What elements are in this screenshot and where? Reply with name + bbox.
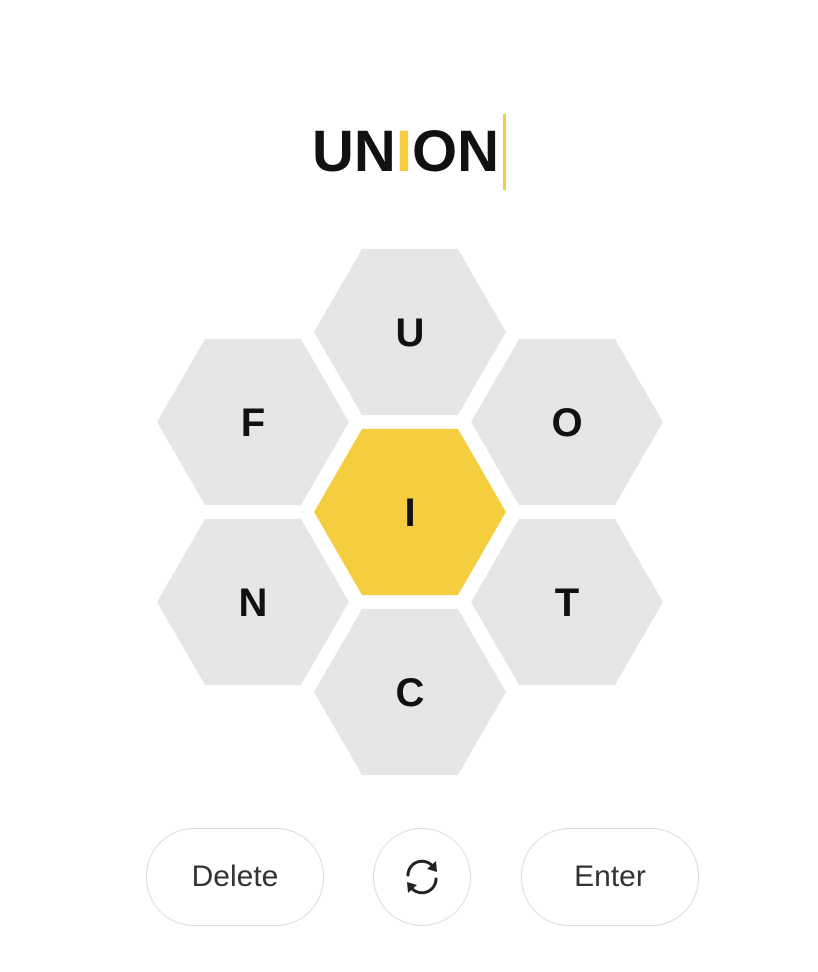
shuffle-button[interactable] bbox=[373, 828, 471, 926]
shuffle-icon bbox=[406, 859, 438, 895]
hive-letter: T bbox=[555, 581, 579, 625]
hive-cell[interactable]: N bbox=[157, 518, 349, 686]
letter-hive: U O T C N F I bbox=[157, 248, 663, 776]
hive-letter: I bbox=[404, 491, 415, 535]
hive-cell[interactable]: F bbox=[157, 338, 349, 506]
hive-cell[interactable]: O bbox=[471, 338, 663, 506]
hive-letter: U bbox=[396, 311, 425, 355]
hive-letter: N bbox=[239, 581, 268, 625]
hive-cell[interactable]: T bbox=[471, 518, 663, 686]
hive-letter: F bbox=[241, 401, 265, 445]
hive-letter: C bbox=[396, 671, 425, 715]
hive-letter: O bbox=[551, 401, 582, 445]
hive-cell[interactable]: U bbox=[314, 248, 506, 416]
enter-button[interactable]: Enter bbox=[521, 828, 699, 926]
hive-cell-center[interactable]: I bbox=[314, 428, 506, 596]
delete-button[interactable]: Delete bbox=[146, 828, 324, 926]
hive-cell[interactable]: C bbox=[314, 608, 506, 776]
